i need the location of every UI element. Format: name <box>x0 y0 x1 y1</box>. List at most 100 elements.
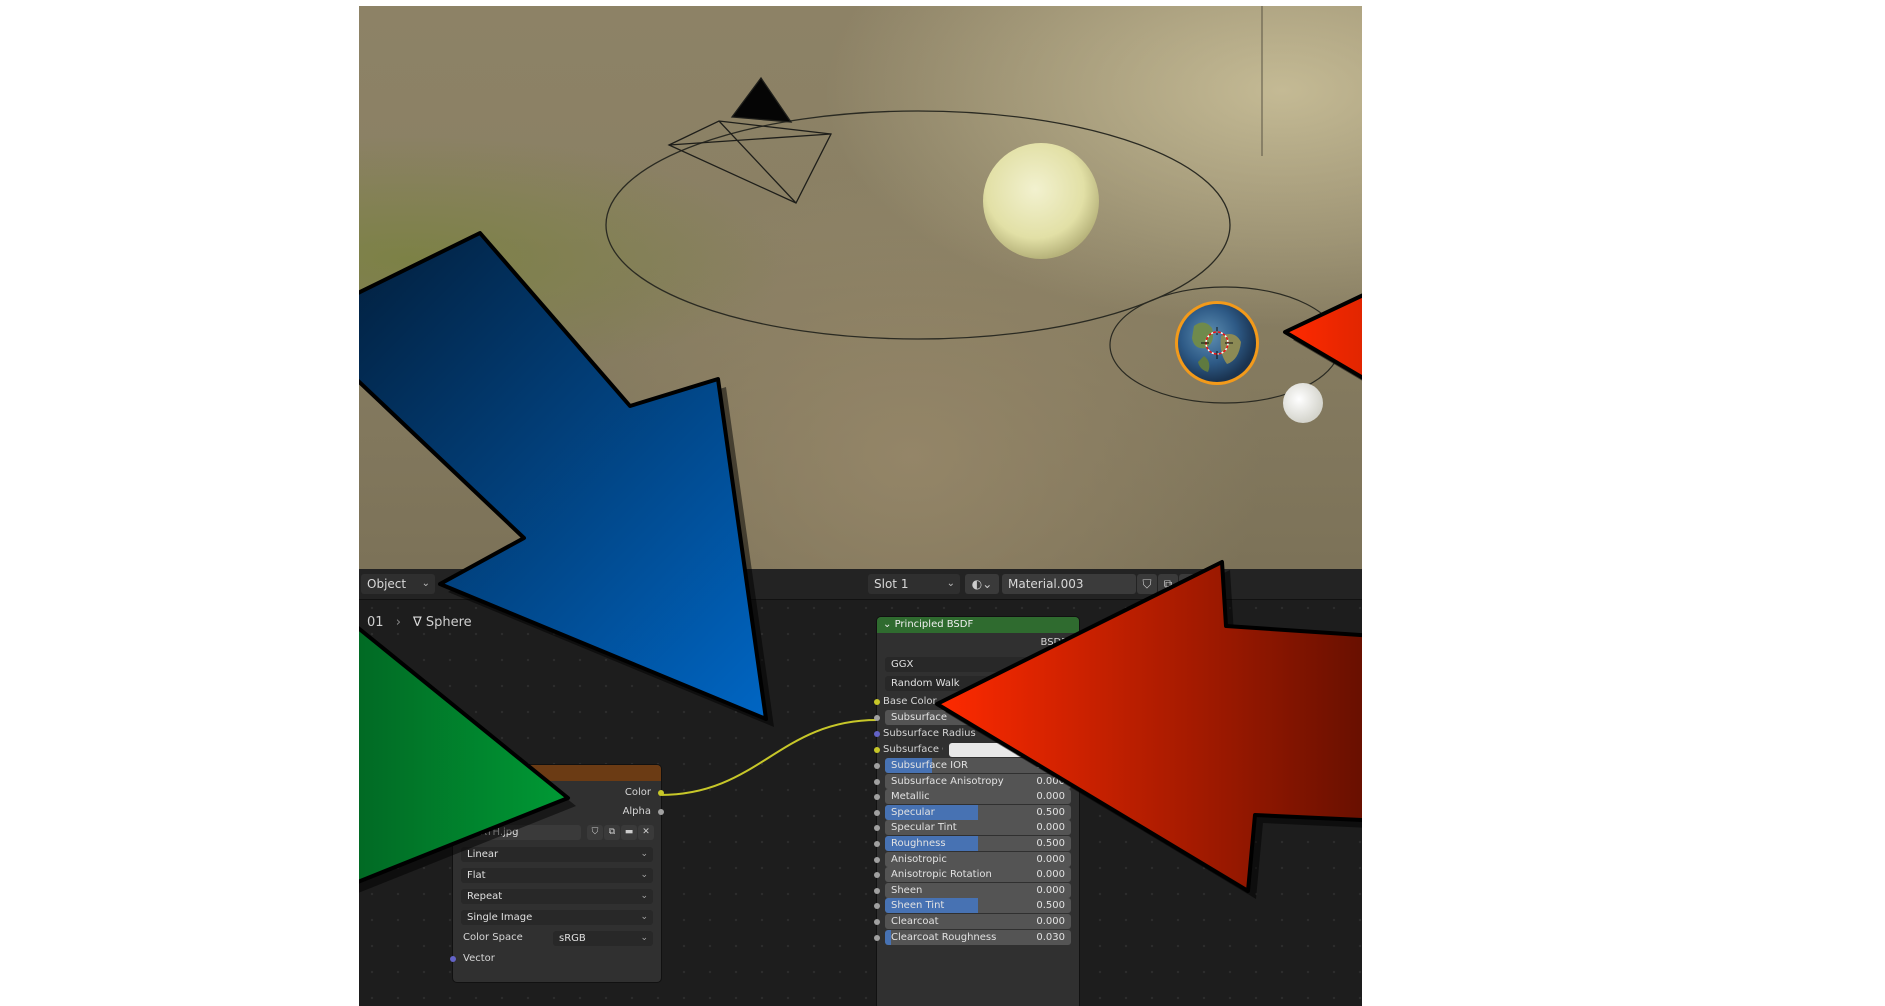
blender-window: Object ⌄ Slot 1 ⌄ ◐⌄ Material.003 ⛉ ⧉ ✕ 01… <box>359 6 1362 1006</box>
image-texture-node[interactable]: Color Alpha EARTH.jpg ⛉ ⧉ ▬ ✕ Linear ⌄ Fl… <box>450 765 664 982</box>
open-image-button[interactable]: ▬ <box>621 825 637 840</box>
copy-icon: ⧉ <box>608 827 616 837</box>
field-label: Specular <box>891 806 935 818</box>
field-label: Sheen Tint <box>891 900 945 912</box>
alpha-output: Alpha <box>622 806 651 817</box>
chevron-down-icon: ⌄ <box>640 933 648 943</box>
field-value: 0.000 <box>1036 822 1065 834</box>
bsdf-output-socket[interactable] <box>1076 640 1082 646</box>
projection-dropdown[interactable]: Flat ⌄ <box>461 868 653 883</box>
subsurface-radius-socket[interactable] <box>874 731 880 737</box>
extension-dropdown[interactable]: Repeat ⌄ <box>461 889 653 904</box>
field-label: Subsurface Anisotropy <box>891 775 1004 787</box>
node-header[interactable]: ⌄ Principled BSDF <box>877 617 1079 633</box>
subsurface-color-socket[interactable] <box>874 747 880 753</box>
field-value: 0.000 <box>1036 853 1065 865</box>
source-value: Single Image <box>467 912 533 923</box>
field-value: 0.000 <box>1036 916 1065 927</box>
field-value: 1.400 <box>1036 760 1065 771</box>
field-input-socket[interactable] <box>874 903 880 910</box>
sun-sphere <box>983 143 1099 259</box>
bsdf-field-roughness[interactable]: Roughness 0.500 <box>885 836 1071 851</box>
color-output-socket[interactable] <box>658 790 664 796</box>
bsdf-output: BSDF <box>1040 637 1067 648</box>
field-value: 0.500 <box>1036 900 1065 912</box>
unlink-image-button[interactable]: ✕ <box>638 825 654 840</box>
interpolation-value: Linear <box>467 849 499 860</box>
close-icon: ✕ <box>642 827 650 837</box>
field-value: 0.000 <box>1036 869 1065 881</box>
bsdf-field-sheen[interactable]: Sheen 0.000 <box>885 882 1071 898</box>
field-input-socket[interactable] <box>874 763 880 769</box>
vector-input-socket[interactable] <box>450 956 456 962</box>
subsurface-radius-input: Subsurface Radius <box>883 728 976 739</box>
interpolation-dropdown[interactable]: Linear ⌄ <box>461 847 653 862</box>
field-input-socket[interactable] <box>874 809 880 816</box>
field-label: Roughness <box>891 838 946 849</box>
field-label: Clearcoat Roughness <box>891 931 997 943</box>
bsdf-field-metallic[interactable]: Metallic 0.000 <box>885 789 1071 805</box>
shader-editor[interactable]: Object ⌄ Slot 1 ⌄ ◐⌄ Material.003 ⛉ ⧉ ✕ 01… <box>359 569 1362 1006</box>
field-input-socket[interactable] <box>874 872 880 879</box>
field-input-socket[interactable] <box>874 887 880 894</box>
field-label: Subsurface IOR <box>891 760 968 771</box>
fake-user-button[interactable]: ⛉ <box>587 825 603 840</box>
bsdf-field-subsurface-anisotropy[interactable]: Subsurface Anisotropy 0.000 <box>885 773 1071 789</box>
field-input-socket[interactable] <box>874 856 880 863</box>
earth-sphere <box>1175 301 1259 385</box>
extension-value: Repeat <box>467 891 503 902</box>
field-value: 0.500 <box>1036 838 1065 849</box>
field-value: 0.000 <box>1036 884 1065 896</box>
subsurface-method-dropdown[interactable]: Random Walk <box>885 676 1071 691</box>
field-fill <box>885 929 891 945</box>
subsurface-method-value: Random Walk <box>891 678 960 689</box>
field-label: Sheen <box>891 884 923 896</box>
node-header[interactable] <box>453 765 661 781</box>
image-selector[interactable]: EARTH.jpg <box>461 825 581 840</box>
field-input-socket[interactable] <box>874 934 880 941</box>
field-label: Anisotropic <box>891 853 947 865</box>
bsdf-field-subsurface[interactable]: Subsurface <box>885 710 1071 725</box>
shield-icon: ⛉ <box>591 827 599 837</box>
source-dropdown[interactable]: Single Image ⌄ <box>461 910 653 925</box>
chevron-down-icon: ⌄ <box>640 849 648 859</box>
bsdf-field-clearcoat-roughness[interactable]: Clearcoat Roughness 0.030 <box>885 929 1071 945</box>
chevron-down-icon: ⌄ <box>640 912 648 922</box>
subsurface-color-swatch[interactable] <box>949 743 1071 757</box>
viewport-scene <box>605 6 1341 423</box>
sun-orbit <box>605 110 1231 340</box>
field-input-socket[interactable] <box>874 715 880 721</box>
distribution-value: GGX <box>891 659 914 670</box>
bsdf-field-specular[interactable]: Specular 0.500 <box>885 804 1071 820</box>
folder-icon: ▬ <box>624 827 634 837</box>
duplicate-image-button[interactable]: ⧉ <box>604 825 620 840</box>
bsdf-field-specular-tint[interactable]: Specular Tint 0.000 <box>885 820 1071 836</box>
base-color-socket[interactable] <box>874 699 880 705</box>
bsdf-field-anisotropic-rotation[interactable]: Anisotropic Rotation 0.000 <box>885 867 1071 883</box>
projection-value: Flat <box>467 870 486 881</box>
chevron-down-icon: ⌄ <box>640 891 648 901</box>
field-input-socket[interactable] <box>874 841 880 847</box>
color-space-dropdown[interactable]: sRGB ⌄ <box>553 931 653 946</box>
field-value: 0.500 <box>1036 806 1065 818</box>
field-input-socket[interactable] <box>874 778 880 785</box>
field-input-socket[interactable] <box>874 825 880 832</box>
node-title: Principled BSDF <box>894 619 974 630</box>
color-space-label: Color Space <box>463 932 523 943</box>
field-input-socket[interactable] <box>874 919 880 925</box>
bsdf-field-clearcoat[interactable]: Clearcoat 0.000 <box>885 914 1071 929</box>
field-input-socket[interactable] <box>874 794 880 801</box>
alpha-output-socket[interactable] <box>658 809 664 815</box>
field-label: Clearcoat <box>891 916 939 927</box>
color-space-value: sRGB <box>559 933 586 944</box>
3d-viewport[interactable] <box>359 6 1362 569</box>
field-value: 0.030 <box>1036 931 1065 943</box>
subsurface-color-input: Subsurface Co... <box>883 744 943 755</box>
field-label: Subsurface <box>891 712 947 723</box>
bsdf-field-subsurface-ior[interactable]: Subsurface IOR 1.400 <box>885 758 1071 773</box>
distribution-dropdown[interactable]: GGX <box>885 657 1071 672</box>
bsdf-field-sheen-tint[interactable]: Sheen Tint 0.500 <box>885 898 1071 914</box>
field-label: Metallic <box>891 791 930 803</box>
principled-bsdf-node[interactable]: ⌄ Principled BSDF BSDF GGX Random Walk B… <box>874 617 1082 1006</box>
bsdf-field-anisotropic[interactable]: Anisotropic 0.000 <box>885 851 1071 867</box>
